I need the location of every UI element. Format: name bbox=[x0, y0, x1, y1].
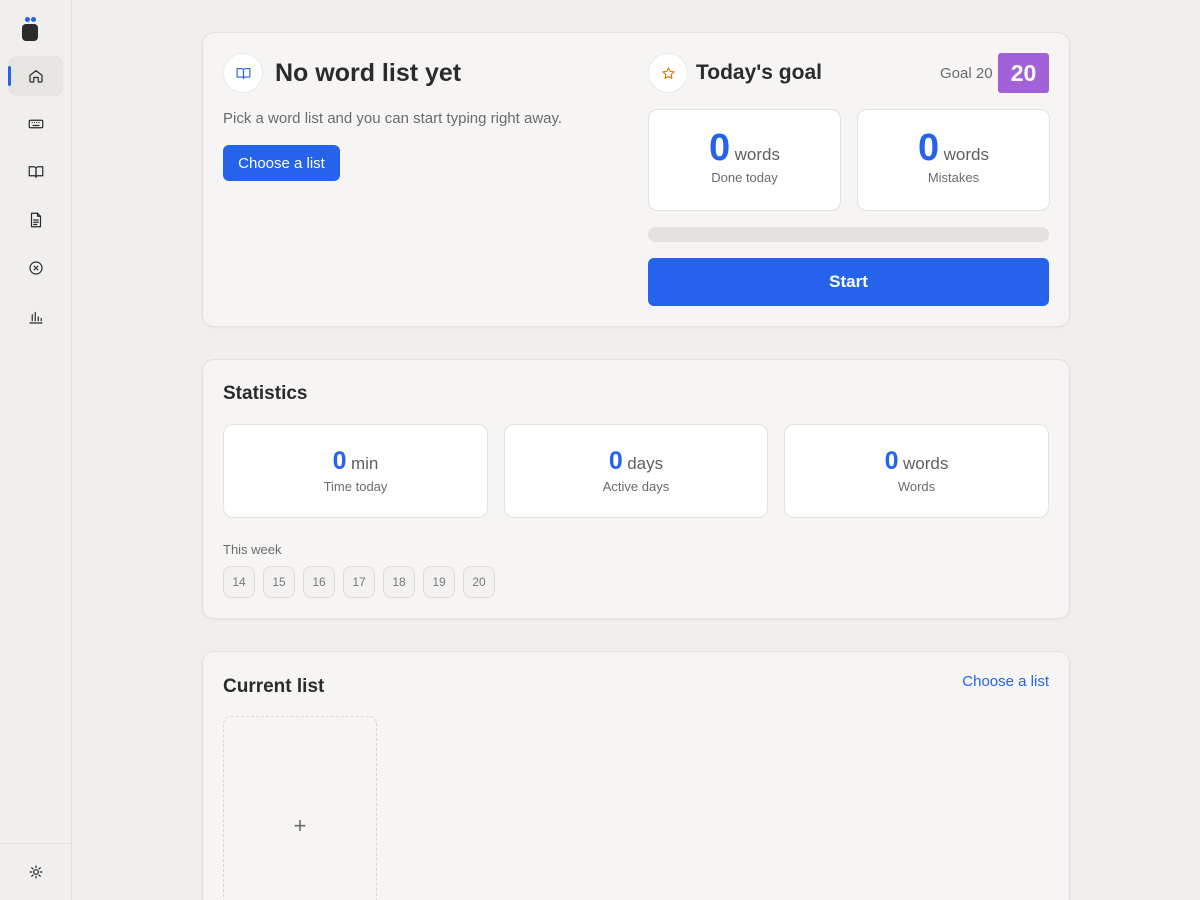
active-days-unit: days bbox=[627, 454, 664, 473]
mistakes-value: 0 bbox=[918, 127, 940, 169]
goal-progress-bar bbox=[648, 227, 1049, 242]
start-button[interactable]: Start bbox=[648, 258, 1049, 306]
week-day: 17 bbox=[343, 566, 375, 598]
done-today-box: 0 words Done today bbox=[648, 109, 841, 211]
active-days-caption: Active days bbox=[602, 479, 670, 494]
word-list-description: Pick a word list and you can start typin… bbox=[223, 110, 563, 127]
statistics-title: Statistics bbox=[223, 383, 308, 404]
word-list-title: No word list yet bbox=[275, 59, 462, 87]
star-icon bbox=[661, 66, 675, 79]
current-list-title: Current list bbox=[223, 676, 325, 697]
sidebar-item-documents[interactable] bbox=[8, 200, 63, 240]
week-label: This week bbox=[223, 542, 282, 557]
word-list-icon-badge bbox=[223, 53, 263, 93]
week-day: 19 bbox=[423, 566, 455, 598]
week-days: 14 15 16 17 18 19 20 bbox=[223, 566, 495, 598]
bar-chart-icon bbox=[28, 311, 43, 324]
done-today-unit: words bbox=[734, 145, 780, 164]
sidebar bbox=[0, 0, 72, 900]
book-icon bbox=[236, 67, 250, 79]
home-icon bbox=[28, 70, 43, 83]
x-circle-icon bbox=[28, 261, 43, 275]
choose-list-link[interactable]: Choose a list bbox=[962, 673, 1049, 690]
document-icon bbox=[30, 212, 41, 228]
week-day: 15 bbox=[263, 566, 295, 598]
mistakes-unit: words bbox=[943, 145, 989, 164]
time-today-unit: min bbox=[350, 454, 379, 473]
week-day: 18 bbox=[383, 566, 415, 598]
goal-icon-badge bbox=[648, 53, 688, 93]
statistics-card: Statistics 0 min Time today 0 days Activ… bbox=[202, 359, 1070, 619]
week-day: 16 bbox=[303, 566, 335, 598]
sidebar-item-stats[interactable] bbox=[8, 297, 63, 337]
sun-icon bbox=[28, 865, 43, 879]
mistakes-box: 0 words Mistakes bbox=[857, 109, 1050, 211]
sidebar-item-word-lists[interactable] bbox=[8, 152, 63, 192]
today-card: No word list yet Pick a word list and yo… bbox=[202, 32, 1070, 327]
words-caption: Words bbox=[897, 479, 936, 494]
mistakes-caption: Mistakes bbox=[927, 170, 980, 185]
goal-badge[interactable]: 20 bbox=[998, 53, 1049, 93]
time-today-caption: Time today bbox=[323, 479, 388, 494]
goal-title: Today's goal bbox=[696, 61, 822, 84]
sidebar-item-mistakes[interactable] bbox=[8, 248, 63, 288]
current-list-card: Current list Choose a list + bbox=[202, 651, 1070, 900]
words-box: 0 words Words bbox=[784, 424, 1049, 518]
time-today-box: 0 min Time today bbox=[223, 424, 488, 518]
sidebar-item-typing[interactable] bbox=[8, 104, 63, 144]
words-unit: words bbox=[903, 454, 949, 473]
choose-list-button[interactable]: Choose a list bbox=[223, 145, 340, 181]
active-days-value: 0 bbox=[608, 447, 623, 475]
sidebar-item-home[interactable] bbox=[8, 56, 63, 96]
goal-target-label: Goal 20 bbox=[940, 65, 993, 82]
theme-toggle[interactable] bbox=[0, 843, 71, 900]
done-today-caption: Done today bbox=[711, 170, 778, 185]
week-day: 20 bbox=[463, 566, 495, 598]
add-list-tile[interactable]: + bbox=[223, 716, 377, 900]
week-day: 14 bbox=[223, 566, 255, 598]
words-value: 0 bbox=[884, 447, 899, 475]
time-today-value: 0 bbox=[332, 447, 347, 475]
book-icon bbox=[28, 166, 43, 178]
keyboard-icon bbox=[28, 119, 43, 129]
plus-icon: + bbox=[293, 813, 307, 838]
app-logo bbox=[21, 17, 39, 43]
active-days-box: 0 days Active days bbox=[504, 424, 768, 518]
done-today-value: 0 bbox=[709, 127, 731, 169]
